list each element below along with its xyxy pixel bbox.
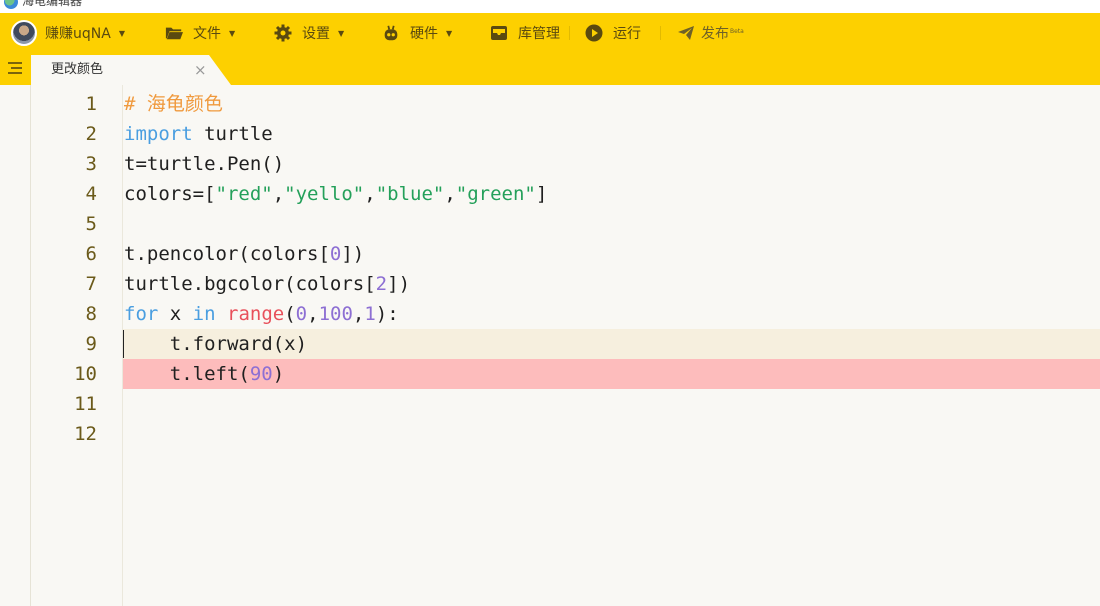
robot-icon [382,24,400,42]
beta-badge: Beta [730,27,744,35]
code-token: ( [284,303,296,325]
code-token: "yello" [284,183,365,205]
avatar [11,20,37,46]
user-menu[interactable]: 赚赚uqNA ▼ [11,13,125,53]
caret-down-icon: ▼ [229,28,236,38]
toolbar-divider [660,26,661,40]
toolbar-divider [569,26,570,40]
main-toolbar: 赚赚uqNA ▼ 文件 ▼ 设置 ▼ 硬件 ▼ 库管理 运行 发布 Beta [0,13,1100,53]
code-line[interactable]: t.forward(x) [124,329,307,359]
line-number: 5 [85,213,97,235]
code-line[interactable]: for x in range(0,100,1): [124,299,399,329]
caret-down-icon: ▼ [446,28,453,38]
line-number: 9 [85,333,97,355]
code-token: 100 [318,303,353,325]
line-number: 2 [85,123,97,145]
code-token: ): [375,303,399,325]
code-line[interactable]: turtle.bgcolor(colors[2]) [124,269,410,299]
code-token: import [124,123,193,145]
line-number: 8 [85,303,97,325]
code-token: "blue" [375,183,445,205]
code-token: 1 [364,303,376,325]
app-logo-icon [4,0,18,9]
code-token: range [227,303,285,325]
publish-button-label: 发布 [701,26,729,42]
file-menu[interactable]: 文件 ▼ [165,13,235,53]
code-token: ) [272,363,285,385]
code-token: in [192,303,216,325]
hardware-menu-label: 硬件 [410,26,438,42]
line-number: 6 [85,243,97,265]
code-token: for [124,303,159,325]
list-menu-icon [7,60,23,79]
code-token: colors=[ [124,183,216,205]
code-token: 2 [375,273,388,295]
settings-menu-label: 设置 [302,26,330,42]
line-number: 1 [85,93,97,115]
code-token: 0 [329,243,342,265]
code-token: "green" [455,183,536,205]
publish-button[interactable]: 发布 Beta [677,13,744,53]
code-line[interactable]: import turtle [124,119,273,149]
code-token: 0 [295,303,308,325]
run-button[interactable]: 运行 [585,13,641,53]
code-token: # 海龟颜色 [124,93,223,115]
run-button-label: 运行 [613,26,641,42]
hardware-menu[interactable]: 硬件 ▼ [382,13,452,53]
code-token: t=turtle.Pen() [124,153,285,175]
side-strip [0,85,31,606]
code-line[interactable]: colors=["red","yello","blue","green"] [124,179,547,209]
code-token: , [444,183,456,205]
tab-change-color[interactable]: 更改颜色 × [31,55,231,85]
code-token: , [364,183,376,205]
code-token: turtle.bgcolor(colors[ [124,273,376,295]
line-number: 10 [74,363,97,385]
code-token: , [307,303,319,325]
code-token: x [158,303,193,325]
code-token: t.left( [124,363,250,385]
code-token: turtle [192,123,273,145]
code-token: ]) [387,273,411,295]
title-bar: 海龟编辑器 [0,0,1100,13]
code-token: , [272,183,285,205]
window-title: 海龟编辑器 [22,0,83,8]
user-name: 赚赚uqNA [45,26,111,42]
play-icon [585,24,603,42]
inbox-icon [490,24,508,42]
code-line[interactable]: # 海龟颜色 [124,89,223,119]
code-token: ] [535,183,548,205]
code-token: t.pencolor(colors[ [124,243,330,265]
menu-toggle-button[interactable] [0,53,30,85]
tab-bar: 更改颜色 × [0,53,1100,85]
library-manager-button[interactable]: 库管理 [490,13,560,53]
caret-down-icon: ▼ [338,28,345,38]
caret-down-icon: ▼ [118,28,125,38]
code-token: "red" [215,183,273,205]
line-number: 12 [74,423,97,445]
close-icon[interactable]: × [194,55,207,85]
line-number: 3 [85,153,97,175]
paper-plane-icon [677,24,695,42]
tab-label: 更改颜色 [51,62,104,77]
code-line[interactable]: t.left(90) [124,359,284,389]
code-token: 90 [249,363,273,385]
code-line[interactable]: t.pencolor(colors[0]) [124,239,364,269]
folder-icon [165,24,183,42]
code-token: , [352,303,365,325]
code-editor[interactable]: 1 2 3 4 5 6 7 8 9 10 11 12 # 海龟颜色 import turtle t=tur… [0,85,1100,606]
code-token: t.forward(x) [124,333,308,355]
code-token: ]) [341,243,365,265]
file-menu-label: 文件 [193,26,221,42]
settings-menu[interactable]: 设置 ▼ [274,13,344,53]
line-number: 11 [74,393,97,415]
line-number: 7 [85,273,97,295]
library-manager-label: 库管理 [518,26,560,42]
line-number: 4 [85,183,97,205]
gear-icon [274,24,292,42]
code-line[interactable]: t=turtle.Pen() [124,149,284,179]
